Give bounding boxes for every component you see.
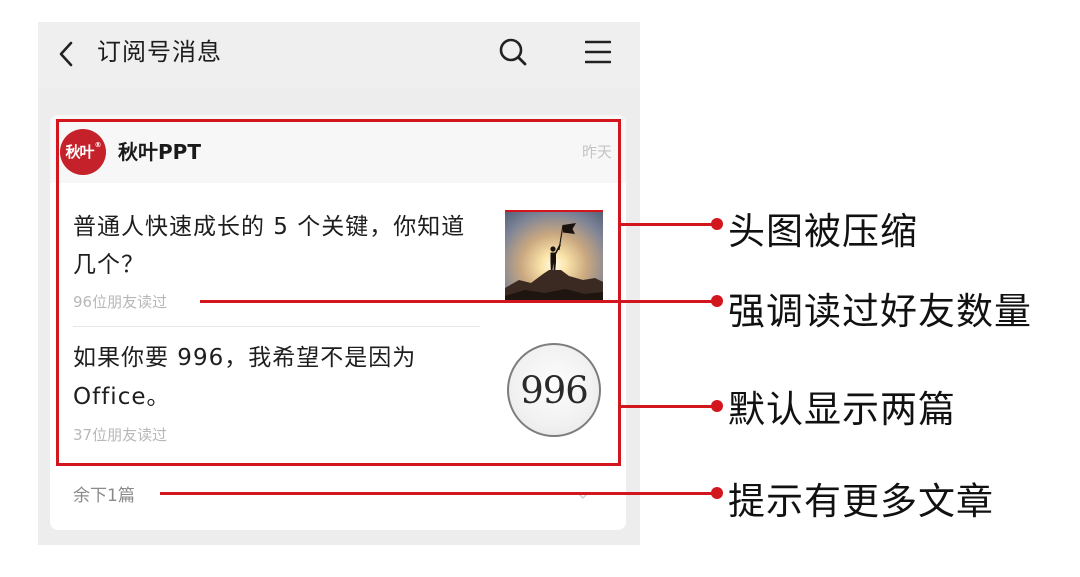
more-articles-row[interactable]: 余下1篇	[50, 471, 626, 530]
annotated-screenshot: 订阅号消息 秋叶 ® 秋叶PPT 昨天 普通人快速成长的 5 个关键，你知道 几…	[0, 0, 1080, 577]
menu-button[interactable]	[584, 40, 612, 64]
more-articles-label: 余下1篇	[73, 486, 135, 506]
annotation-line	[620, 223, 716, 226]
top-bar: 订阅号消息	[38, 22, 640, 88]
highlight-box	[56, 119, 621, 466]
annotation-line	[620, 405, 716, 408]
annotation-label: 提示有更多文章	[728, 480, 994, 523]
search-button[interactable]	[498, 37, 528, 67]
annotation-line	[200, 300, 716, 303]
annotation-label: 默认显示两篇	[728, 388, 956, 431]
menu-icon	[584, 40, 612, 64]
page-title: 订阅号消息	[97, 38, 222, 66]
annotation-line	[160, 492, 716, 495]
annotation-label: 强调读过好友数量	[728, 290, 1032, 333]
back-button[interactable]	[56, 39, 76, 69]
annotation-dot	[711, 487, 723, 499]
chevron-left-icon	[59, 41, 73, 67]
annotation-dot	[711, 295, 723, 307]
search-icon	[499, 38, 527, 66]
annotation-dot	[711, 400, 723, 412]
annotation-label: 头图被压缩	[728, 210, 918, 253]
annotation-dot	[711, 218, 723, 230]
